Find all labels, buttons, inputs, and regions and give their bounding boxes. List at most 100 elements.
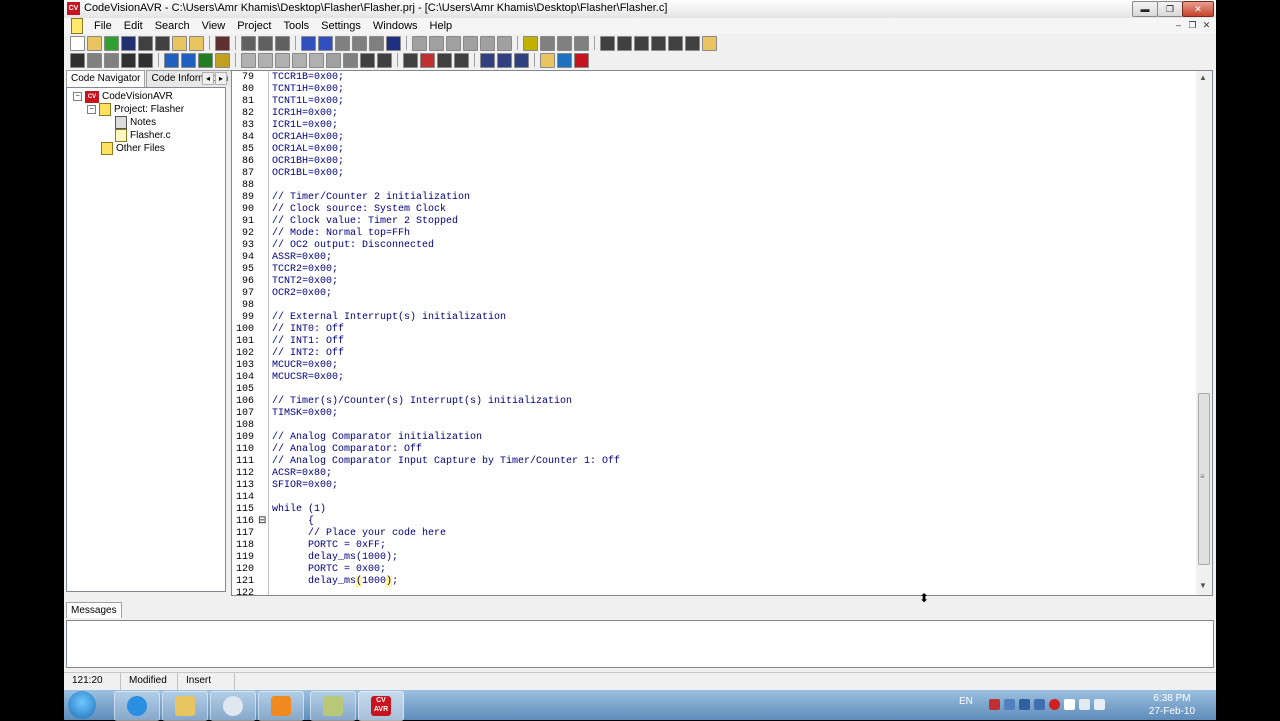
document-icon[interactable] — [71, 18, 83, 34]
maximize-button[interactable]: ❐ — [1157, 1, 1183, 17]
code-comment-line[interactable]: // Analog Comparator: Off — [272, 444, 422, 456]
code-line[interactable]: TCNT2=0x00; — [272, 276, 338, 288]
scrollbar-thumb[interactable]: ≡ — [1198, 393, 1210, 565]
main-tool-icon-7[interactable] — [189, 35, 204, 51]
code-line[interactable]: TIMSK=0x00; — [272, 408, 338, 420]
tree-node-project[interactable]: − Project: Flasher — [87, 103, 184, 116]
mdi-close-button[interactable]: ✕ — [1200, 19, 1213, 31]
codevision-app-icon[interactable]: CV — [67, 2, 80, 15]
code-line[interactable]: TCCR2=0x00; — [272, 264, 338, 276]
code-line[interactable]: TCNT1H=0x00; — [272, 84, 344, 96]
code-line[interactable]: PORTC = 0x00; — [272, 564, 386, 576]
fold-toggle-icon[interactable]: ⊟ — [258, 515, 266, 526]
secondary-tool-icon-30[interactable] — [540, 52, 555, 68]
secondary-tool-icon-27[interactable] — [497, 52, 512, 68]
code-line[interactable]: OCR1AL=0x00; — [272, 144, 344, 156]
secondary-tool-icon-7[interactable] — [181, 52, 196, 68]
mdi-restore-button[interactable]: ❐ — [1186, 19, 1199, 31]
main-tool-icon-1[interactable] — [87, 35, 102, 51]
code-comment-line[interactable]: // INT1: Off — [272, 336, 344, 348]
code-line[interactable]: OCR1BH=0x00; — [272, 156, 344, 168]
code-comment-line[interactable]: // Timer(s)/Counter(s) Interrupt(s) init… — [272, 396, 572, 408]
secondary-tool-icon-17[interactable] — [343, 52, 358, 68]
code-line[interactable]: delay_ms(1000); — [272, 552, 398, 564]
menu-view[interactable]: View — [196, 19, 232, 33]
code-line[interactable]: { — [272, 516, 314, 528]
main-tool-icon-25[interactable] — [463, 35, 478, 51]
main-tool-icon-29[interactable] — [523, 35, 538, 51]
main-tool-icon-18[interactable] — [352, 35, 367, 51]
tree-node-root[interactable]: − CV CodeVisionAVR — [73, 90, 173, 103]
secondary-tool-icon-1[interactable] — [87, 52, 102, 68]
tab-messages[interactable]: Messages — [66, 602, 122, 618]
main-tool-icon-39[interactable] — [685, 35, 700, 51]
main-tool-icon-3[interactable] — [121, 35, 136, 51]
tree-node-file[interactable]: Flasher.c — [115, 129, 171, 142]
secondary-tool-icon-16[interactable] — [326, 52, 341, 68]
main-tool-icon-9[interactable] — [215, 35, 230, 51]
taskbar-codevision-button[interactable]: CV AVR — [358, 691, 404, 721]
secondary-tool-icon-31[interactable] — [557, 52, 572, 68]
clock[interactable]: 6:38 PM 27-Feb-10 — [1142, 692, 1202, 718]
main-tool-icon-12[interactable] — [258, 35, 273, 51]
main-tool-icon-17[interactable] — [335, 35, 350, 51]
start-button[interactable] — [68, 691, 96, 719]
main-tool-icon-13[interactable] — [275, 35, 290, 51]
secondary-tool-icon-13[interactable] — [275, 52, 290, 68]
code-comment-line[interactable]: // Analog Comparator initialization — [272, 432, 482, 444]
main-tool-icon-2[interactable] — [104, 35, 119, 51]
code-line-cursor[interactable]: delay_ms(1000); — [272, 576, 398, 588]
main-tool-icon-5[interactable] — [155, 35, 170, 51]
secondary-tool-icon-15[interactable] — [309, 52, 324, 68]
secondary-tool-icon-14[interactable] — [292, 52, 307, 68]
main-tool-icon-27[interactable] — [497, 35, 512, 51]
tree-node-other-files[interactable]: Other Files — [101, 142, 165, 155]
mdi-minimize-button[interactable]: – — [1172, 19, 1185, 31]
menu-project[interactable]: Project — [231, 19, 277, 33]
scroll-up-arrow-icon[interactable]: ▲ — [1199, 73, 1207, 82]
secondary-tool-icon-19[interactable] — [377, 52, 392, 68]
main-tool-icon-15[interactable] — [301, 35, 316, 51]
main-tool-icon-4[interactable] — [138, 35, 153, 51]
scroll-down-arrow-icon[interactable]: ▼ — [1199, 581, 1207, 590]
collapse-icon[interactable]: − — [73, 92, 82, 101]
menu-settings[interactable]: Settings — [315, 19, 367, 33]
secondary-tool-icon-6[interactable] — [164, 52, 179, 68]
menu-edit[interactable]: Edit — [118, 19, 149, 33]
language-indicator[interactable]: EN — [959, 696, 973, 707]
code-line[interactable]: TCCR1B=0x00; — [272, 72, 344, 84]
main-tool-icon-32[interactable] — [574, 35, 589, 51]
title-bar[interactable]: CV CodeVisionAVR - C:\Users\Amr Khamis\D… — [64, 0, 1216, 19]
volume-icon[interactable] — [1094, 699, 1105, 710]
code-line[interactable]: PORTC = 0xFF; — [272, 540, 386, 552]
main-tool-icon-20[interactable] — [386, 35, 401, 51]
secondary-tool-icon-22[interactable] — [420, 52, 435, 68]
code-comment-line[interactable]: // Mode: Normal top=FFh — [272, 228, 410, 240]
messages-pane[interactable] — [66, 620, 1214, 668]
code-line[interactable]: MCUCSR=0x00; — [272, 372, 344, 384]
code-comment-line[interactable]: // INT0: Off — [272, 324, 344, 336]
main-tool-icon-19[interactable] — [369, 35, 384, 51]
code-comment-line[interactable]: // Analog Comparator Input Capture by Ti… — [272, 456, 620, 468]
main-tool-icon-31[interactable] — [557, 35, 572, 51]
secondary-tool-icon-21[interactable] — [403, 52, 418, 68]
action-center-icon[interactable] — [1064, 699, 1075, 710]
taskbar-ie-button[interactable] — [114, 691, 160, 721]
code-line[interactable]: TCNT1L=0x00; — [272, 96, 344, 108]
secondary-tool-icon-23[interactable] — [437, 52, 452, 68]
close-button[interactable]: ✕ — [1182, 1, 1214, 17]
secondary-tool-icon-12[interactable] — [258, 52, 273, 68]
secondary-tool-icon-24[interactable] — [454, 52, 469, 68]
code-comment-line[interactable]: // External Interrupt(s) initialization — [272, 312, 506, 324]
taskbar-media-button[interactable] — [258, 691, 304, 721]
menu-search[interactable]: Search — [149, 19, 196, 33]
code-line[interactable]: MCUCR=0x00; — [272, 360, 338, 372]
main-tool-icon-0[interactable] — [70, 35, 85, 51]
taskbar-app-button[interactable] — [310, 691, 356, 721]
code-editor[interactable]: 79 80 81 82 83 84 85 86 87 88 89 90 91 92 93 94 95 96 97 98… — [231, 70, 1213, 596]
main-tool-icon-22[interactable] — [412, 35, 427, 51]
secondary-tool-icon-11[interactable] — [241, 52, 256, 68]
taskbar-chat-button[interactable] — [210, 691, 256, 721]
code-line[interactable]: OCR2=0x00; — [272, 288, 332, 300]
code-comment-line[interactable]: // Timer/Counter 2 initialization — [272, 192, 470, 204]
